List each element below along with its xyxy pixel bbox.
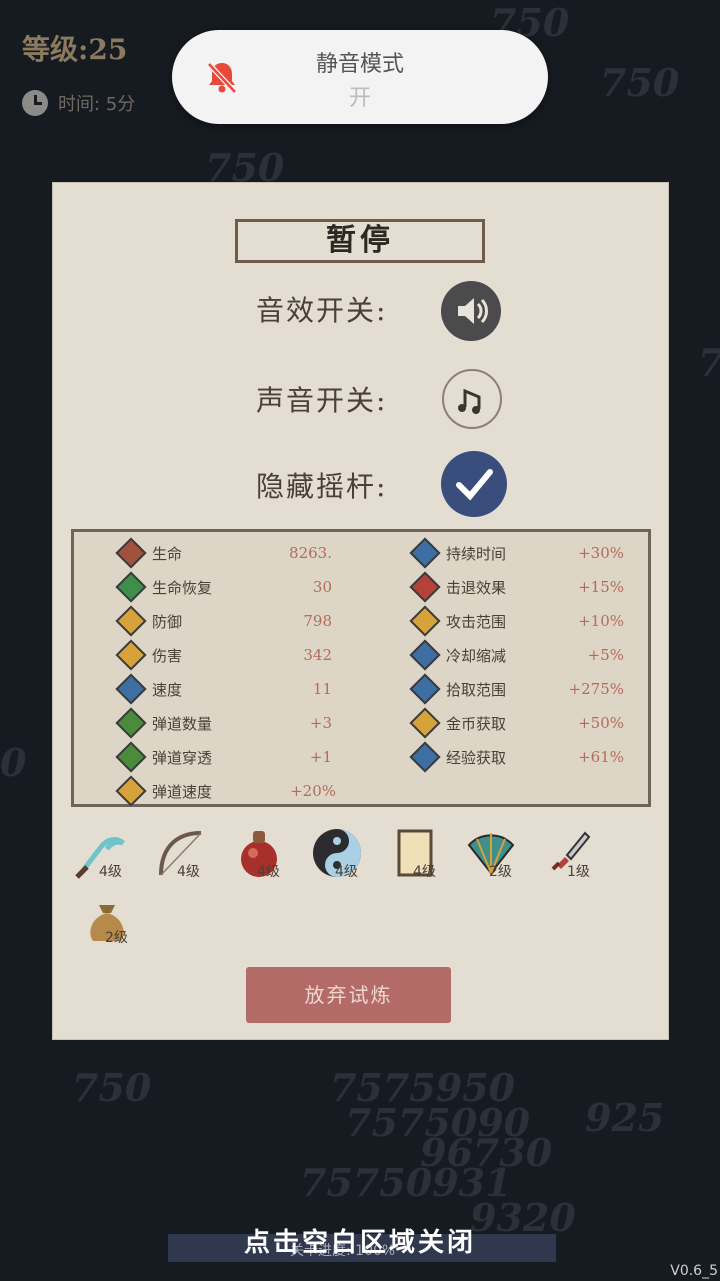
- stat-row: 攻击范围 +10%: [409, 605, 624, 637]
- stat-row: 伤害 342: [115, 639, 332, 671]
- bg-damage-number: 925: [585, 1095, 665, 1140]
- health-icon: [115, 537, 147, 569]
- defense-icon: [115, 605, 147, 637]
- item-slot[interactable]: 4级: [151, 825, 207, 881]
- music-note-icon: [458, 388, 481, 414]
- projectile-count-icon: [115, 707, 147, 739]
- regen-icon: [115, 571, 147, 603]
- clock-icon: [22, 90, 48, 116]
- duration-icon: [409, 537, 441, 569]
- pause-panel: 暂停 音效开关: 声音开关: 隐藏摇杆: 生命 8263. 生命恢复 30 防御 79…: [52, 182, 669, 1040]
- item-slot[interactable]: 4级: [73, 825, 129, 881]
- stat-row: 弹道数量 +3: [115, 707, 332, 739]
- projectile-pierce-icon: [115, 741, 147, 773]
- stats-panel: 生命 8263. 生命恢复 30 防御 798 伤害 342 速度 11 弹道数量 +3 弹…: [71, 529, 651, 807]
- stat-row: 击退效果 +15%: [409, 571, 624, 603]
- toast-title: 静音模式: [315, 52, 404, 77]
- gold-gain-icon: [409, 707, 441, 739]
- time-label: 时间: 5分: [58, 94, 136, 115]
- sound-toggle-button[interactable]: [442, 369, 502, 429]
- stat-row: 速度 11: [115, 673, 332, 705]
- speaker-icon: [458, 298, 488, 324]
- stat-row: 生命 8263.: [115, 537, 332, 569]
- item-slot[interactable]: 4级: [231, 825, 287, 881]
- damage-icon: [115, 639, 147, 671]
- toast-status: 开: [348, 86, 371, 111]
- mute-mode-toast: 静音模式 开: [172, 30, 548, 124]
- cooldown-icon: [409, 639, 441, 671]
- speed-icon: [115, 673, 147, 705]
- stat-row: 冷却缩减 +5%: [409, 639, 624, 671]
- version-label: V0.6_5: [670, 1263, 718, 1279]
- hide-joystick-label: 隐藏摇杆:: [256, 470, 388, 503]
- elapsed-time: 时间: 5分: [22, 90, 135, 116]
- checkmark-icon: [456, 469, 493, 501]
- stat-row: 弹道穿透 +1: [115, 741, 332, 773]
- knockback-icon: [409, 571, 441, 603]
- hide-joystick-toggle[interactable]: [441, 451, 507, 517]
- sfx-toggle-label: 音效开关:: [256, 294, 388, 327]
- item-slot[interactable]: 4级: [309, 825, 365, 881]
- stat-row: 持续时间 +30%: [409, 537, 624, 569]
- item-slot[interactable]: 2级: [79, 891, 135, 947]
- stat-row: 经验获取 +61%: [409, 741, 624, 773]
- stat-row: 弹道速度 +20%: [115, 775, 336, 807]
- player-level: 等级:25: [22, 33, 128, 66]
- bg-damage-number: 0: [0, 740, 27, 785]
- stat-row: 金币获取 +50%: [409, 707, 624, 739]
- abandon-trial-button[interactable]: 放弃试炼: [246, 967, 451, 1023]
- sfx-toggle-button[interactable]: [441, 281, 501, 341]
- stat-row: 生命恢复 30: [115, 571, 332, 603]
- projectile-speed-icon: [115, 775, 147, 807]
- item-slot[interactable]: 2级: [463, 825, 519, 881]
- stat-row: 拾取范围 +275%: [409, 673, 624, 705]
- pickup-range-icon: [409, 673, 441, 705]
- attack-range-icon: [409, 605, 441, 637]
- item-slot[interactable]: 4级: [387, 825, 443, 881]
- bg-damage-number: 750: [600, 60, 680, 105]
- pause-title: 暂停: [235, 219, 485, 263]
- stat-row: 防御 798: [115, 605, 332, 637]
- exp-gain-icon: [409, 741, 441, 773]
- item-slot[interactable]: 1级: [541, 825, 597, 881]
- sound-toggle-label: 声音开关:: [256, 384, 388, 417]
- bg-damage-number: 7: [698, 340, 720, 385]
- close-hint[interactable]: 点击空白区域关闭: [0, 1222, 720, 1259]
- bg-damage-number: 750: [72, 1065, 152, 1110]
